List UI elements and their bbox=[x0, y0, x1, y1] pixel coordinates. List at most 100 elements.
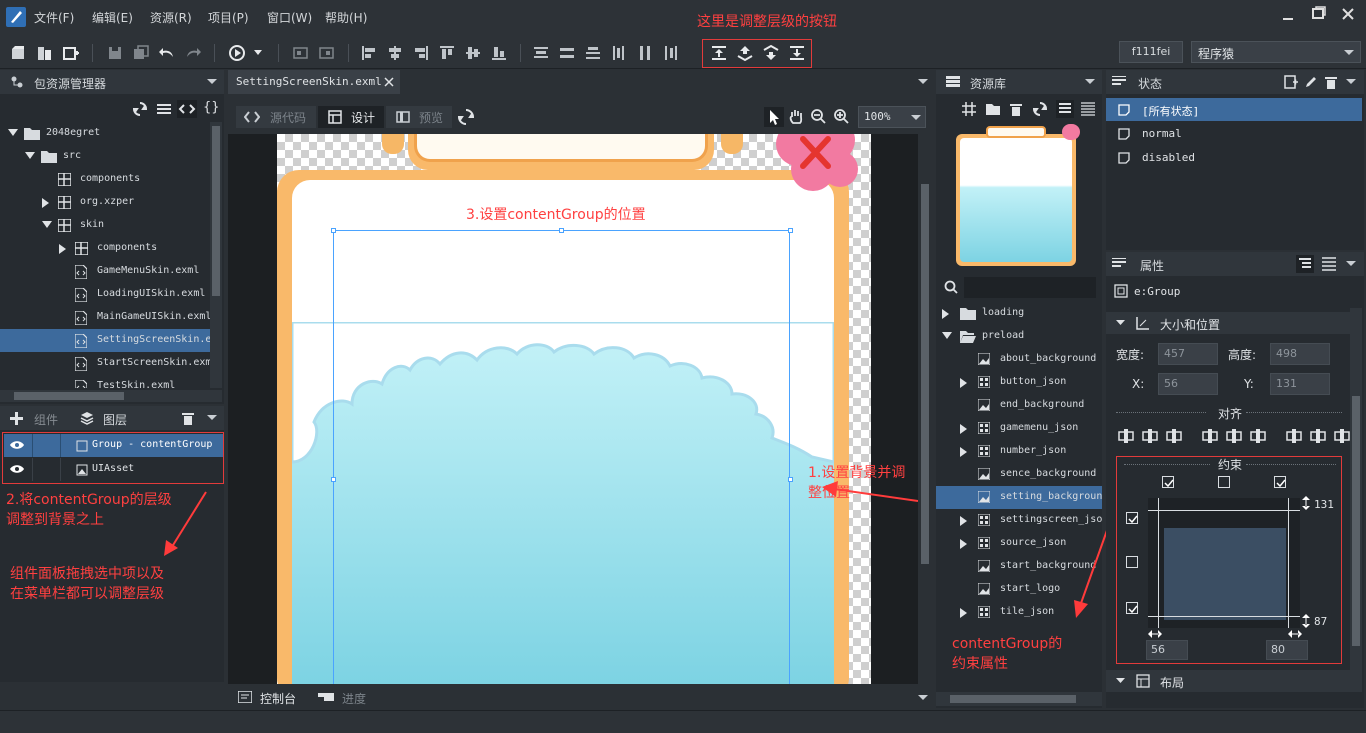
state-item[interactable]: normal bbox=[1106, 122, 1362, 145]
collapse-arrow-icon[interactable] bbox=[960, 608, 968, 618]
expand-arrow-icon[interactable] bbox=[942, 332, 952, 340]
tree-item[interactable]: LoadingUISkin.exml bbox=[0, 283, 210, 306]
match-height-icon[interactable] bbox=[1310, 428, 1326, 444]
run-dropdown-icon[interactable] bbox=[254, 50, 262, 56]
canvas-vscrollbar[interactable] bbox=[918, 134, 932, 684]
align-right-icon[interactable] bbox=[412, 44, 430, 62]
resource-item[interactable]: end_background bbox=[936, 394, 1102, 417]
resize-handle[interactable] bbox=[788, 228, 793, 233]
progress-tab[interactable]: 进度 bbox=[342, 690, 366, 707]
align-top-icon[interactable] bbox=[438, 44, 456, 62]
collapse-arrow-icon[interactable] bbox=[59, 244, 67, 254]
resource-item[interactable]: setting_background bbox=[936, 486, 1102, 509]
design-canvas[interactable]: 3.设置contentGroup的位置 1.设置背景并调整位置 bbox=[228, 134, 918, 684]
tab-layers[interactable]: 图层 bbox=[103, 411, 127, 428]
align-middle-icon[interactable] bbox=[464, 44, 482, 62]
maximize-icon[interactable] bbox=[1310, 5, 1326, 21]
right-constraint-checkbox[interactable] bbox=[1274, 476, 1286, 488]
y-input[interactable]: 131 bbox=[1270, 373, 1330, 395]
align-right-icon[interactable] bbox=[1166, 428, 1182, 444]
export-icon[interactable] bbox=[318, 44, 336, 62]
close-window-icon[interactable] bbox=[1340, 6, 1356, 22]
list-view-icon[interactable] bbox=[1322, 257, 1336, 271]
run-icon[interactable] bbox=[228, 44, 246, 62]
add-folder-icon[interactable] bbox=[986, 102, 1002, 116]
bring-forward-icon[interactable] bbox=[736, 44, 754, 62]
trash-icon[interactable] bbox=[1325, 75, 1337, 89]
braces-icon[interactable]: {} bbox=[203, 100, 220, 115]
code-view-icon[interactable] bbox=[177, 100, 197, 118]
align-bottom-icon[interactable] bbox=[490, 44, 508, 62]
menu-help[interactable]: 帮助(H) bbox=[325, 9, 367, 26]
tab-components[interactable]: 组件 bbox=[34, 411, 58, 428]
mode-preview-button[interactable]: 预览 bbox=[386, 106, 452, 128]
menu-edit[interactable]: 编辑(E) bbox=[92, 9, 133, 26]
zoom-out-icon[interactable] bbox=[810, 108, 826, 124]
collapse-arrow-icon[interactable] bbox=[960, 447, 968, 457]
resize-handle[interactable] bbox=[559, 228, 564, 233]
list-view-icon[interactable] bbox=[1056, 100, 1074, 118]
horizontal-scrollbar[interactable] bbox=[0, 390, 222, 402]
state-item[interactable]: [所有状态] bbox=[1106, 98, 1362, 121]
category-view-icon[interactable] bbox=[1296, 255, 1314, 273]
tree-item[interactable]: skin bbox=[0, 214, 210, 237]
minimize-icon[interactable] bbox=[1280, 8, 1296, 24]
tab-list-icon[interactable] bbox=[918, 79, 928, 85]
edit-icon[interactable] bbox=[1304, 75, 1318, 89]
match-size-icon[interactable] bbox=[1334, 428, 1350, 444]
menu-resource[interactable]: 资源(R) bbox=[150, 9, 192, 26]
resource-hscrollbar[interactable] bbox=[936, 692, 1102, 706]
vertical-scrollbar[interactable] bbox=[210, 122, 222, 388]
panel-menu-icon[interactable] bbox=[1085, 79, 1095, 85]
align-middle-icon[interactable] bbox=[1226, 428, 1242, 444]
content-group-selection[interactable] bbox=[333, 230, 790, 684]
refresh-icon[interactable] bbox=[133, 102, 147, 116]
zoom-select[interactable]: 100% bbox=[858, 106, 926, 128]
resource-item[interactable]: preload bbox=[936, 325, 1102, 348]
resize-handle[interactable] bbox=[788, 477, 793, 482]
tree-item[interactable]: TestSkin.exml bbox=[0, 375, 210, 388]
tree-item[interactable]: src bbox=[0, 145, 210, 168]
distribute-middle-icon[interactable] bbox=[558, 44, 576, 62]
expand-arrow-icon[interactable] bbox=[42, 221, 52, 229]
layout-section[interactable]: 布局 bbox=[1106, 670, 1350, 692]
pointer-tool-icon[interactable] bbox=[764, 107, 784, 127]
redo-icon[interactable] bbox=[184, 44, 202, 62]
trash-icon[interactable] bbox=[1010, 102, 1022, 116]
distribute-left-icon[interactable] bbox=[610, 44, 628, 62]
refresh-icon[interactable] bbox=[458, 109, 474, 125]
detail-view-icon[interactable] bbox=[1081, 102, 1095, 116]
hand-tool-icon[interactable] bbox=[788, 108, 804, 126]
panel-menu-icon[interactable] bbox=[918, 695, 928, 701]
resize-handle[interactable] bbox=[331, 477, 336, 482]
user-select[interactable]: 程序猿 bbox=[1191, 41, 1361, 63]
bottom-constraint-checkbox[interactable] bbox=[1126, 602, 1138, 614]
resource-search-input[interactable] bbox=[964, 277, 1096, 298]
panel-menu-icon[interactable] bbox=[207, 415, 217, 421]
resource-item[interactable]: about_background bbox=[936, 348, 1102, 371]
console-tab[interactable]: 控制台 bbox=[260, 690, 296, 707]
grid-icon[interactable] bbox=[962, 102, 976, 116]
tree-item[interactable]: org.xzper bbox=[0, 191, 210, 214]
resource-item[interactable]: button_json bbox=[936, 371, 1102, 394]
tree-item[interactable]: components bbox=[0, 168, 210, 191]
tree-item[interactable]: components bbox=[0, 237, 210, 260]
tree-item[interactable]: MainGameUISkin.exml bbox=[0, 306, 210, 329]
refresh-icon[interactable] bbox=[1033, 102, 1047, 116]
distribute-center-icon[interactable] bbox=[636, 44, 654, 62]
zoom-in-icon[interactable] bbox=[833, 108, 849, 124]
list-icon[interactable] bbox=[157, 103, 171, 115]
undo-icon[interactable] bbox=[158, 44, 176, 62]
resize-handle[interactable] bbox=[331, 228, 336, 233]
distribute-bottom-icon[interactable] bbox=[584, 44, 602, 62]
panel-menu-icon[interactable] bbox=[1346, 261, 1356, 267]
collapse-arrow-icon[interactable] bbox=[960, 424, 968, 434]
add-state-icon[interactable] bbox=[1284, 75, 1298, 89]
distribute-top-icon[interactable] bbox=[532, 44, 550, 62]
width-input[interactable]: 457 bbox=[1158, 343, 1218, 365]
panel-menu-icon[interactable] bbox=[1346, 79, 1356, 85]
collapse-arrow-icon[interactable] bbox=[942, 309, 950, 319]
import-icon[interactable] bbox=[292, 44, 310, 62]
mode-design-button[interactable]: 设计 bbox=[318, 106, 384, 128]
align-bottom-icon[interactable] bbox=[1250, 428, 1266, 444]
